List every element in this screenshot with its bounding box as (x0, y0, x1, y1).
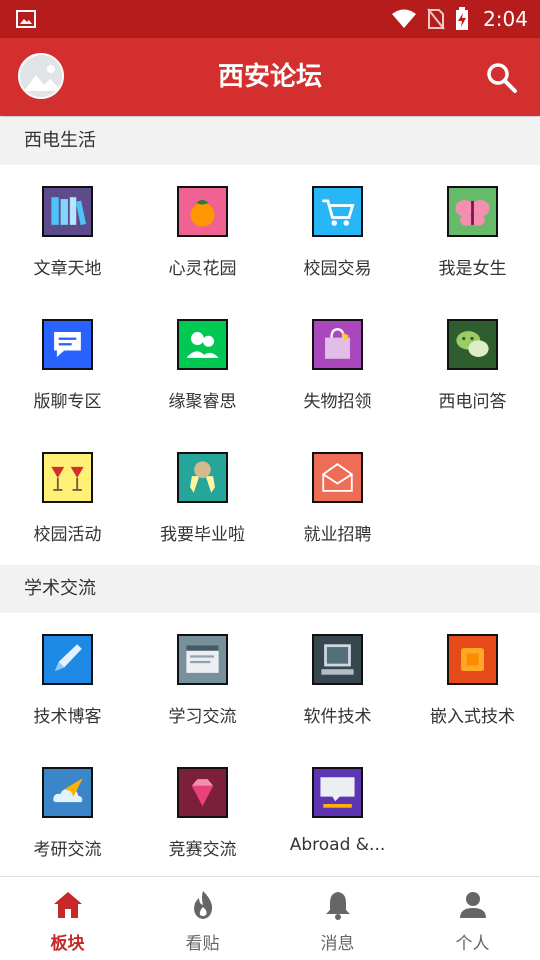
forum-item-label: 文章天地 (33, 259, 102, 279)
forum-item-lost-found[interactable]: 失物招领 (270, 301, 405, 434)
wechat-icon (447, 319, 498, 370)
forum-item-postgrad[interactable]: 考研交流 (0, 749, 135, 882)
section-header: 西电生活 (0, 117, 540, 165)
pencil-icon (42, 634, 93, 685)
forum-item-label: 版聊专区 (33, 392, 102, 412)
browser-window-icon (177, 634, 228, 685)
forum-item-label: 心灵花园 (168, 259, 237, 279)
forum-item-label: Abroad &... (289, 835, 386, 855)
paper-plane-cloud-icon (42, 767, 93, 818)
forum-item-label: 我要毕业啦 (160, 525, 245, 545)
flame-icon (193, 891, 212, 919)
forum-item-label: 我是女生 (438, 259, 507, 279)
forum-item-label: 考研交流 (33, 840, 102, 860)
forum-item-qa[interactable]: 西电问答 (405, 301, 540, 434)
nav-item-profile[interactable]: 个人 (405, 877, 540, 960)
person-icon (459, 892, 486, 918)
app-bar: 西安论坛 (0, 38, 540, 116)
forum-item-label: 竞赛交流 (168, 840, 237, 860)
home-icon (53, 892, 82, 918)
forum-item-chat[interactable]: 版聊专区 (0, 301, 135, 434)
forum-item-dating[interactable]: 缘聚睿思 (135, 301, 270, 434)
english-chat-icon (312, 767, 363, 818)
nav-item-boards[interactable]: 板块 (0, 877, 135, 960)
forum-item-girls[interactable]: 我是女生 (405, 168, 540, 301)
forum-item-abroad[interactable]: Abroad &... (270, 749, 405, 882)
bottom-nav: 板块 看贴 消息 个人 (0, 876, 540, 960)
forum-item-software[interactable]: 软件技术 (270, 616, 405, 749)
medal-icon (177, 452, 228, 503)
forum-item-events[interactable]: 校园活动 (0, 434, 135, 567)
forum-item-study[interactable]: 学习交流 (135, 616, 270, 749)
wifi-icon (392, 9, 417, 28)
forum-item-label: 软件技术 (303, 707, 372, 727)
image-notification-icon (16, 10, 36, 28)
nav-item-label: 看贴 (185, 934, 220, 954)
forum-item-label: 缘聚睿思 (168, 392, 237, 412)
nav-item-messages[interactable]: 消息 (270, 877, 405, 960)
forum-item-graduation[interactable]: 我要毕业啦 (135, 434, 270, 567)
bell-icon (325, 892, 350, 920)
chip-icon (447, 634, 498, 685)
forum-item-garden[interactable]: 心灵花园 (135, 168, 270, 301)
section-title: 学术交流 (24, 578, 96, 599)
search-icon[interactable] (484, 60, 518, 94)
computer-icon (312, 634, 363, 685)
forum-item-competition[interactable]: 竞赛交流 (135, 749, 270, 882)
forum-item-label: 校园交易 (303, 259, 372, 279)
forum-item-label: 西电问答 (438, 392, 507, 412)
section-header: 学术交流 (0, 565, 540, 613)
forum-item-jobs[interactable]: 就业招聘 (270, 434, 405, 567)
forum-item-label: 校园活动 (33, 525, 102, 545)
cocktail-glasses-icon (42, 452, 93, 503)
shopping-cart-icon (312, 186, 363, 237)
nav-item-label: 消息 (320, 934, 355, 954)
chat-bubble-icon (42, 319, 93, 370)
section-title: 西电生活 (24, 130, 96, 151)
no-sim-icon (427, 8, 445, 30)
diamond-icon (177, 767, 228, 818)
status-bar: 2:04 (0, 0, 540, 38)
people-icon (177, 319, 228, 370)
forum-item-articles[interactable]: 文章天地 (0, 168, 135, 301)
forum-item-label: 嵌入式技术 (430, 707, 515, 727)
nav-item-label: 板块 (50, 934, 85, 954)
shopping-bag-icon (312, 319, 363, 370)
page-title: 西安论坛 (217, 62, 322, 92)
nav-item-label: 个人 (455, 934, 490, 954)
forum-item-label: 技术博客 (33, 707, 102, 727)
butterfly-icon (447, 186, 498, 237)
status-time: 2:04 (483, 7, 528, 31)
envelope-icon (312, 452, 363, 503)
battery-charging-icon (456, 7, 469, 30)
forum-item-trade[interactable]: 校园交易 (270, 168, 405, 301)
nav-item-posts[interactable]: 看贴 (135, 877, 270, 960)
fruit-icon (177, 186, 228, 237)
books-icon (42, 186, 93, 237)
forum-item-embedded[interactable]: 嵌入式技术 (405, 616, 540, 749)
forum-item-label: 失物招领 (303, 392, 372, 412)
forum-item-label: 学习交流 (168, 707, 237, 727)
forum-item-tech-blog[interactable]: 技术博客 (0, 616, 135, 749)
forum-item-label: 就业招聘 (303, 525, 372, 545)
